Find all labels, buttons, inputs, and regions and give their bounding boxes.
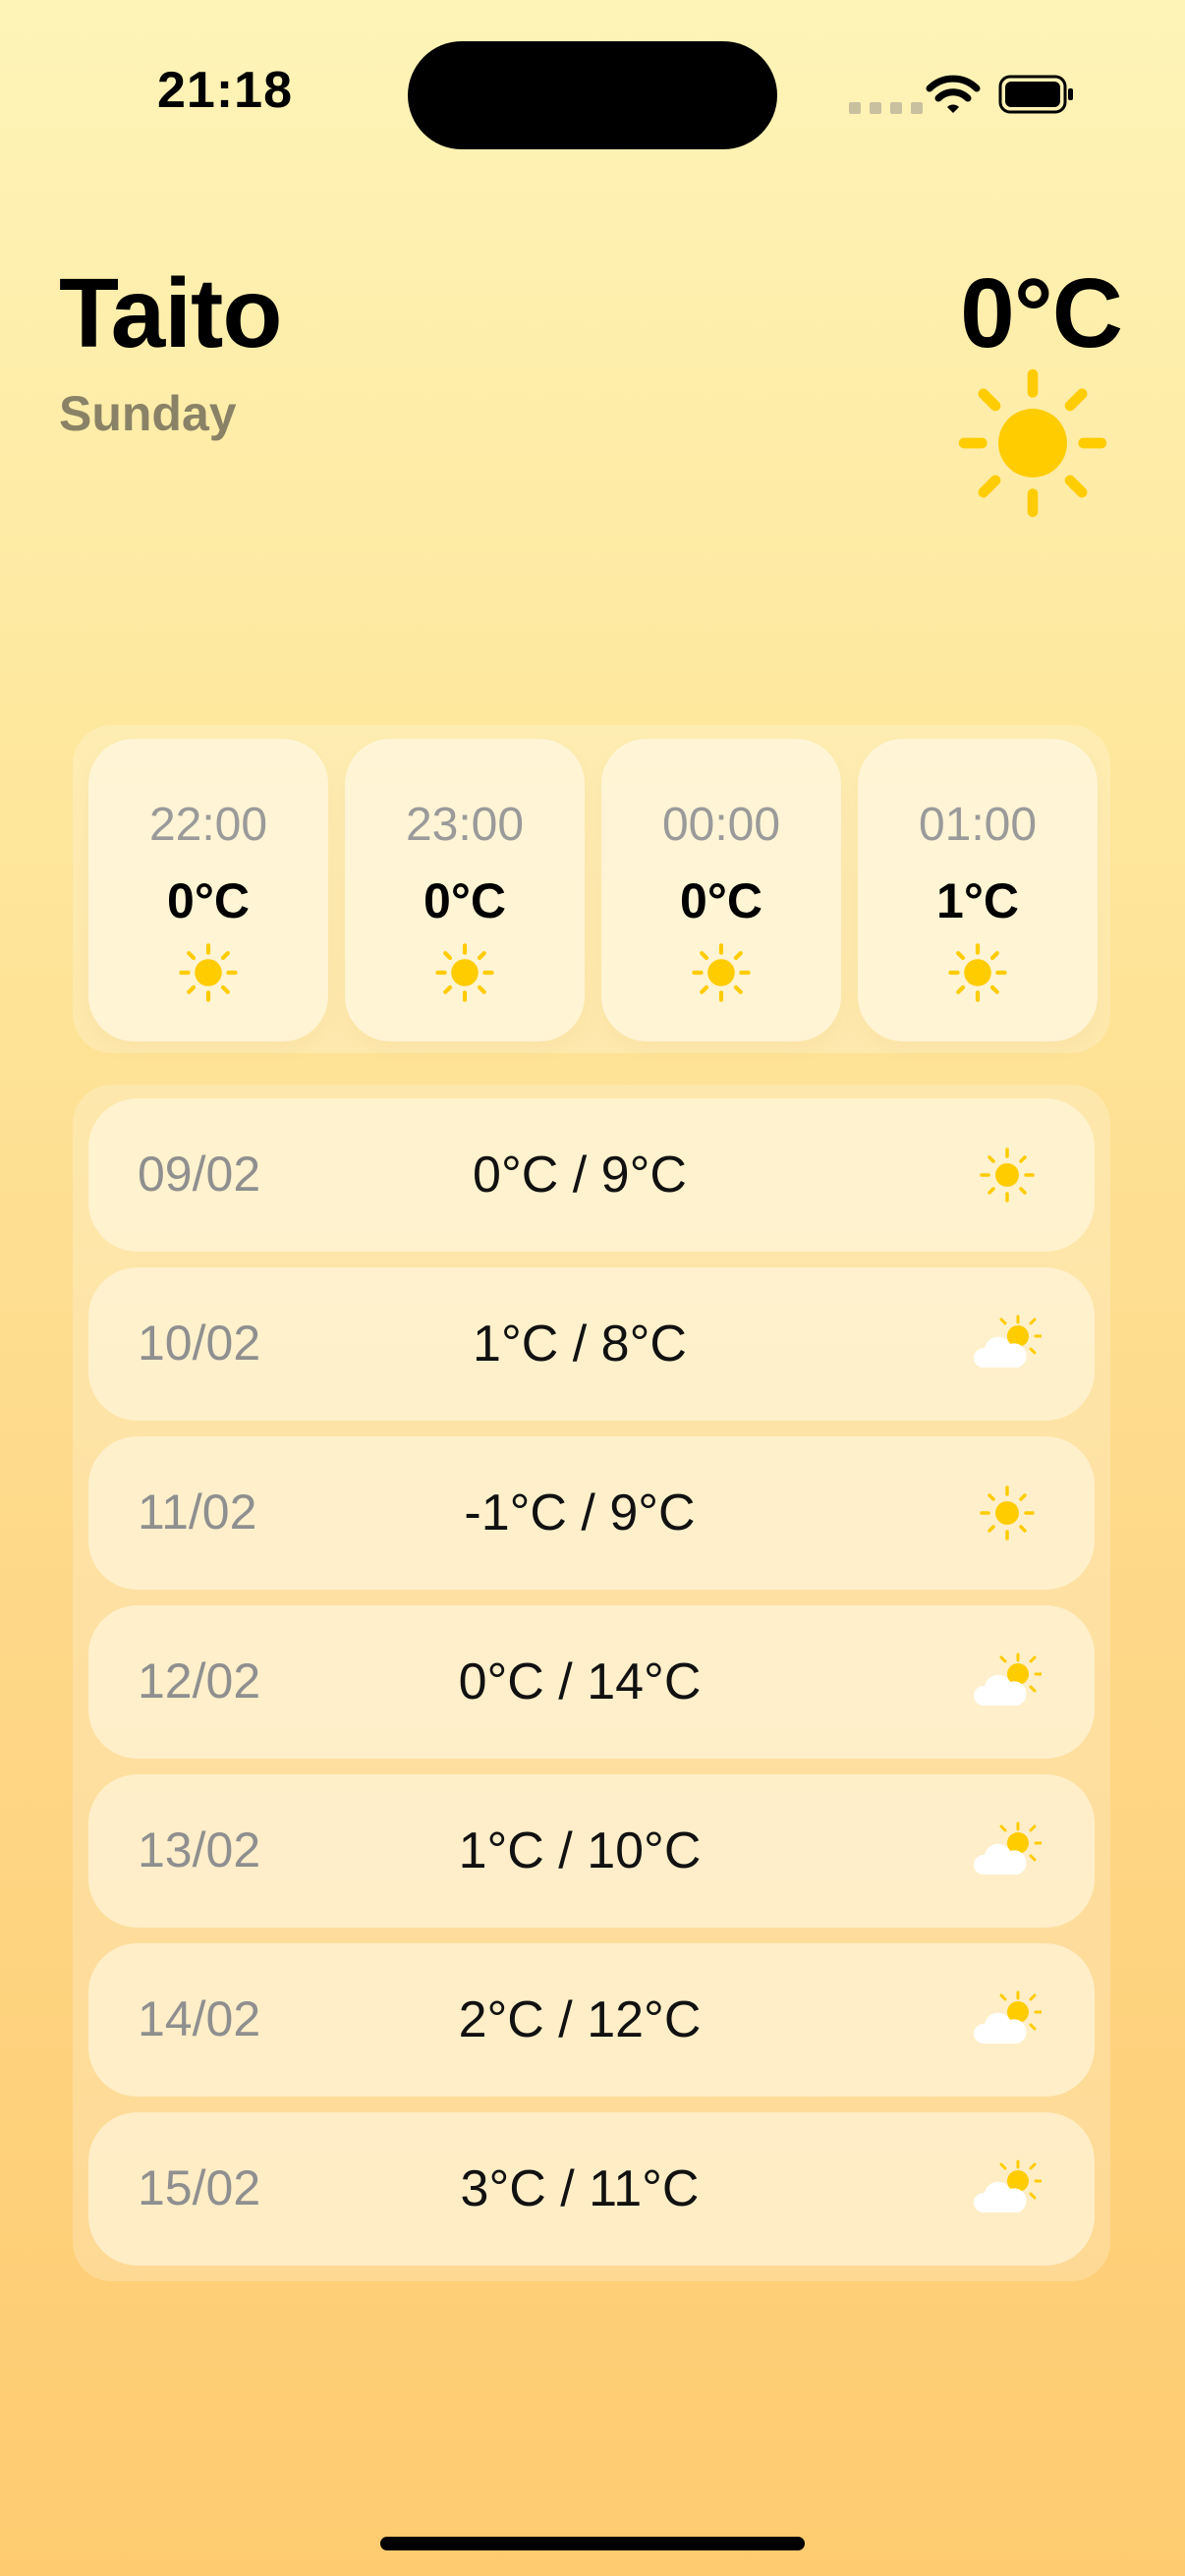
daily-row: 12/02 0°C / 14°C [88,1605,1095,1759]
daily-temperature-range: 1°C / 10°C [458,1822,702,1879]
sun-icon [692,943,751,1002]
hour-time: 22:00 [148,799,268,851]
partly-cloudy-icon [973,1315,1042,1368]
cellular-signal-icon [849,102,923,114]
daily-forecast[interactable]: 09/02 0°C / 9°C 10/02 1°C / 8°C 11/02 -1… [73,1085,1110,2281]
status-time: 21:18 [157,62,293,119]
partly-cloudy-icon [973,1652,1042,1706]
hour-temperature: 1°C [936,873,1019,928]
sun-icon [980,1148,1035,1203]
battery-icon [998,75,1073,114]
dynamic-island [408,41,777,149]
partly-cloudy-icon [973,1821,1042,1875]
current-temperature: 0°C [960,258,1123,368]
sun-icon [948,943,1007,1002]
home-indicator[interactable] [380,2537,805,2550]
daily-temperature-range: 3°C / 11°C [460,2160,700,2217]
hour-time: 00:00 [661,799,781,851]
partly-cloudy-icon [973,2159,1042,2212]
city-name: Taito [59,258,282,368]
partly-cloudy-icon [973,1990,1042,2044]
sun-icon [980,1485,1035,1540]
day-name: Sunday [59,386,237,441]
wifi-icon [926,75,981,113]
daily-row: 14/02 2°C / 12°C [88,1943,1095,2097]
weather-screen: 21:18 Taito Sunday 0°C 22:00 0°C 23:00 0… [0,0,1185,2576]
daily-row: 09/02 0°C / 9°C [88,1098,1095,1252]
hour-card: 01:00 1°C [858,739,1098,1041]
daily-temperature-range: -1°C / 9°C [464,1484,696,1541]
daily-temperature-range: 0°C / 9°C [473,1147,687,1204]
daily-row: 11/02 -1°C / 9°C [88,1436,1095,1590]
daily-temperature-range: 0°C / 14°C [458,1653,702,1710]
hour-card: 23:00 0°C [345,739,585,1041]
daily-temperature-range: 1°C / 8°C [473,1316,687,1372]
daily-row: 13/02 1°C / 10°C [88,1774,1095,1928]
sun-icon [435,943,494,1002]
hour-temperature: 0°C [423,873,506,928]
daily-row: 10/02 1°C / 8°C [88,1267,1095,1421]
hour-card: 22:00 0°C [88,739,328,1041]
daily-temperature-range: 2°C / 12°C [458,1991,702,2048]
daily-row: 15/02 3°C / 11°C [88,2112,1095,2266]
hour-temperature: 0°C [167,873,250,928]
hour-time: 23:00 [405,799,525,851]
hour-card: 00:00 0°C [601,739,841,1041]
hour-time: 01:00 [918,799,1038,851]
hour-temperature: 0°C [680,873,762,928]
sun-icon [179,943,238,1002]
sun-icon [958,368,1107,518]
hourly-forecast[interactable]: 22:00 0°C 23:00 0°C 00:00 0°C 01:00 1°C [73,725,1110,1053]
